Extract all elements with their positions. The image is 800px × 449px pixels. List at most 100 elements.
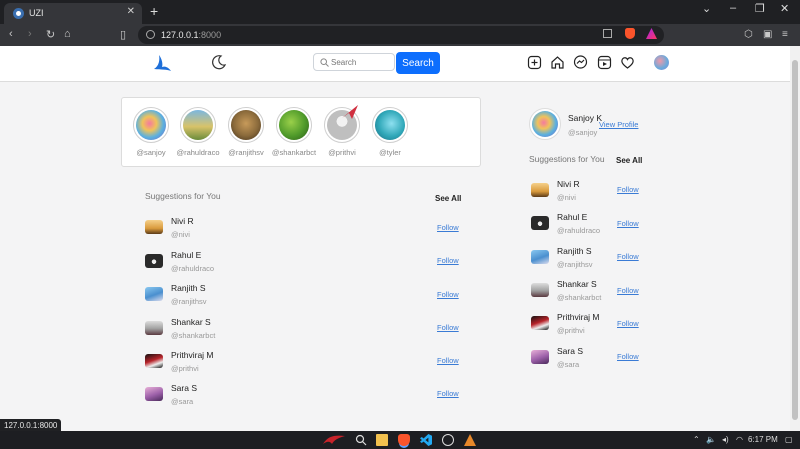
suggestion-avatar[interactable] [531,283,549,297]
suggestion-avatar[interactable] [145,321,163,335]
story-item[interactable]: @rahuldraco [176,107,220,157]
story-avatar [375,110,405,140]
suggestion-avatar[interactable] [531,316,549,330]
suggestion-handle: @rahuldraco [171,264,215,273]
follow-link[interactable]: Follow [437,223,459,232]
brave-shields-icon[interactable] [625,28,635,39]
chevron-up-icon[interactable]: ⌃ [693,435,700,444]
suggestion-name[interactable]: Shankar S [171,317,211,327]
chevron-down-icon[interactable]: ⌄ [702,2,711,15]
suggestion-avatar[interactable] [145,254,163,268]
heart-icon[interactable] [620,55,635,70]
follow-link[interactable]: Follow [617,352,639,361]
forward-icon[interactable]: › [28,28,32,40]
search-button[interactable]: Search [396,52,440,74]
extensions-icon[interactable]: ⬡ [744,29,753,40]
site-info-icon[interactable] [146,30,155,39]
suggestion-handle: @ranjithsv [171,297,207,306]
suggestion-name[interactable]: Sara S [171,383,197,393]
follow-link[interactable]: Follow [437,323,459,332]
suggestion-avatar[interactable] [531,183,549,197]
back-icon[interactable]: ‹ [9,28,13,40]
suggestion-avatar[interactable] [531,350,549,364]
view-profile-link[interactable]: View Profile [599,120,638,129]
story-item[interactable]: @tyler [371,107,409,157]
volume-icon[interactable]: ◂) [722,435,729,444]
suggestion-avatar[interactable] [145,220,163,234]
profile-avatar[interactable] [529,108,561,140]
suggestion-handle: @shankarbct [557,293,602,302]
suggestion-name[interactable]: Ranjith S [171,283,206,293]
rog-logo-icon[interactable] [322,434,346,446]
close-tab-icon[interactable]: ✕ [127,6,135,17]
close-window-icon[interactable]: ✕ [780,2,789,15]
file-explorer-icon[interactable] [376,434,388,446]
reels-icon[interactable] [597,55,612,70]
sidebar-icon[interactable]: ▣ [763,29,772,40]
search-icon[interactable] [355,434,367,446]
suggestion-name[interactable]: Ranjith S [557,246,592,256]
story-item[interactable]: @sanjoy [132,107,170,157]
follow-link[interactable]: Follow [617,319,639,328]
share-icon[interactable] [603,29,612,38]
vscode-icon[interactable] [420,434,432,446]
suggestion-name[interactable]: Shankar S [557,279,597,289]
speaker-icon[interactable]: 🔈 [706,435,716,444]
follow-link[interactable]: Follow [617,185,639,194]
add-post-icon[interactable] [527,55,542,70]
suggestions-heading: Suggestions for You [145,191,221,201]
suggestion-handle: @nivi [171,230,190,239]
brave-browser-icon[interactable] [398,434,410,446]
follow-link[interactable]: Follow [617,286,639,295]
wifi-icon[interactable]: ◠ [736,435,743,444]
suggestion-name[interactable]: Nivi R [171,216,194,226]
vlc-icon[interactable] [464,434,476,446]
tab-title: UZI [29,8,44,18]
suggestion-name[interactable]: Nivi R [557,179,580,189]
suggestion-avatar[interactable] [145,287,163,301]
suggestion-name[interactable]: Prithviraj M [171,350,214,360]
user-avatar[interactable] [654,55,669,70]
follow-link[interactable]: Follow [437,356,459,365]
time[interactable]: 6:17 PM [748,435,778,444]
follow-link[interactable]: Follow [437,290,459,299]
home-icon[interactable] [550,55,565,70]
see-all-link[interactable]: See All [435,194,461,203]
story-item[interactable]: @ranjithsv [227,107,265,157]
suggestion-name[interactable]: Rahul E [557,212,587,222]
new-tab-icon[interactable]: + [150,3,158,19]
home-icon[interactable]: ⌂ [64,28,71,40]
messenger-icon[interactable] [573,55,588,70]
suggestion-name[interactable]: Sara S [557,346,583,356]
follow-link[interactable]: Follow [617,252,639,261]
page-scrollbar[interactable] [790,46,800,431]
bookmark-icon[interactable]: ▯ [120,28,126,41]
restore-icon[interactable]: ❐ [755,2,765,15]
profile-name[interactable]: Sanjoy K [568,113,602,123]
suggestion-name[interactable]: Prithviraj M [557,312,600,322]
notification-icon[interactable]: ▢ [785,435,793,444]
suggestion-handle: @prithvi [557,326,585,335]
scrollbar-thumb[interactable] [792,60,798,420]
moon-icon[interactable] [211,54,227,70]
follow-link[interactable]: Follow [617,219,639,228]
menu-icon[interactable]: ≡ [782,29,788,40]
story-item[interactable]: @shankarbct [272,107,316,157]
suggestion-avatar[interactable] [145,354,163,368]
story-item[interactable]: @prithvi [323,105,361,157]
bird-logo-icon[interactable] [151,52,173,74]
follow-link[interactable]: Follow [437,389,459,398]
suggestion-avatar[interactable] [531,250,549,264]
suggestion-avatar[interactable] [145,387,163,401]
follow-link[interactable]: Follow [437,256,459,265]
app-icon[interactable] [442,434,454,446]
browser-tab[interactable]: UZI ✕ [4,3,142,24]
minimize-icon[interactable]: – [730,2,736,14]
search-input[interactable] [331,55,393,69]
suggestion-avatar[interactable] [531,216,549,230]
reload-icon[interactable]: ↻ [46,28,55,41]
address-bar[interactable]: 127.0.0.1:8000 [138,26,664,44]
story-avatar [231,110,261,140]
side-see-all-link[interactable]: See All [616,156,642,165]
suggestion-name[interactable]: Rahul E [171,250,201,260]
